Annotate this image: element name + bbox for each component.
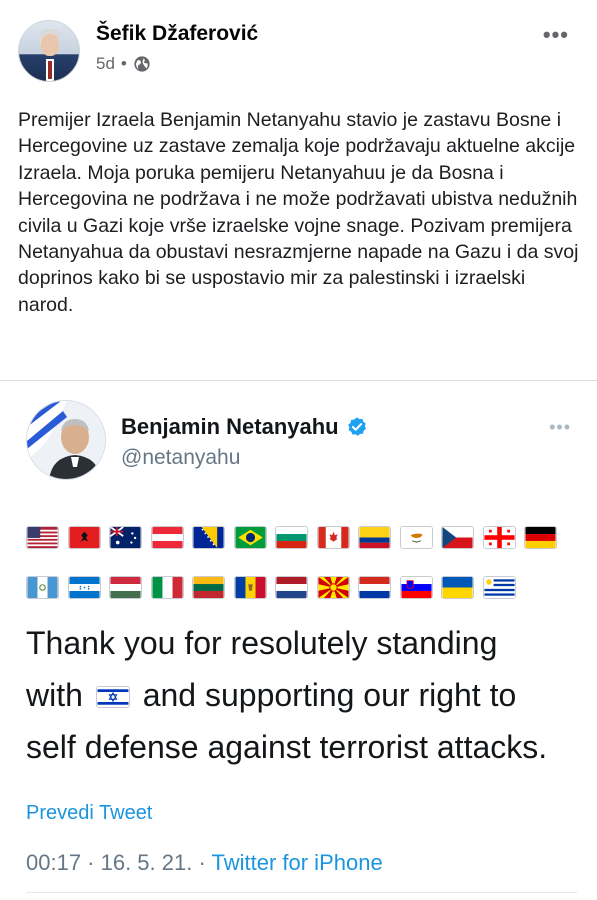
flag-ua-icon — [441, 576, 474, 599]
tweet-more-icon[interactable]: ••• — [549, 417, 571, 438]
flag-ge-icon — [482, 526, 516, 549]
flag-gt-icon — [26, 576, 59, 599]
flag-au-icon — [109, 526, 142, 549]
tweet-author-handle[interactable]: @netanyahu — [121, 446, 240, 470]
tweet-author-avatar[interactable] — [26, 400, 106, 480]
tweet-text-line-3: self defense against terrorist attacks. — [26, 729, 548, 765]
tweet-text-line-2a: with — [26, 677, 83, 713]
tweet-text-line-2b: and supporting our right to — [142, 677, 517, 713]
flag-it-icon — [150, 576, 184, 599]
flag-us-icon — [26, 526, 59, 549]
flag-py-icon — [358, 576, 391, 599]
tweet-source-link[interactable]: Twitter for iPhone — [212, 850, 383, 875]
tweet-author-name[interactable]: Benjamin Netanyahu — [121, 414, 368, 440]
tweet-text: Thank you for resolutely standing with a… — [26, 617, 586, 773]
flag-al-icon — [67, 526, 101, 549]
tweet-divider — [26, 892, 577, 893]
verified-badge-icon — [347, 417, 366, 436]
embedded-tweet[interactable]: Benjamin Netanyahu @netanyahu ••• Thank … — [0, 380, 597, 900]
flag-hu-icon — [109, 576, 142, 599]
tweet-author-name-label: Benjamin Netanyahu — [121, 414, 339, 439]
flag-md-icon — [233, 576, 267, 599]
flag-mk-icon — [316, 576, 350, 599]
post-meta: 5d • — [96, 54, 151, 74]
flag-nl-icon — [275, 576, 308, 599]
flag-ca-icon — [316, 526, 350, 549]
author-name[interactable]: Šefik Džaferović — [96, 22, 258, 46]
post-time[interactable]: 5d — [96, 54, 115, 74]
flag-cz-icon — [441, 526, 474, 549]
meta-separator: • — [120, 54, 127, 73]
flag-br-icon — [233, 526, 267, 549]
flag-ba-icon — [192, 526, 225, 549]
globe-icon[interactable] — [133, 55, 151, 73]
flag-bg-icon — [275, 526, 308, 549]
tweet-text-line-2: with and supporting our right to — [26, 669, 586, 721]
post-header: Šefik Džaferović 5d • ••• — [0, 0, 597, 100]
flag-de-icon — [524, 526, 557, 549]
tweet-text-line-1: Thank you for resolutely standing — [26, 625, 498, 661]
flags-row-2 — [26, 576, 516, 599]
flag-il-icon — [95, 686, 130, 708]
flag-cy-icon — [399, 526, 433, 549]
flags-row-1 — [26, 526, 557, 549]
flag-at-icon — [150, 526, 184, 549]
flag-uy-icon — [482, 576, 516, 599]
translate-tweet-link[interactable]: Prevedi Tweet — [26, 802, 152, 825]
author-avatar[interactable] — [18, 20, 80, 82]
flag-co-icon — [358, 526, 391, 549]
flag-lt-icon — [192, 576, 225, 599]
tweet-timestamp[interactable]: 00:17 · 16. 5. 21. · — [26, 850, 212, 875]
tweet-footer: 00:17 · 16. 5. 21. · Twitter for iPhone — [26, 850, 383, 876]
flag-hn-icon — [67, 576, 101, 599]
more-options-icon[interactable]: ••• — [543, 22, 569, 48]
flag-si-icon — [399, 576, 433, 599]
post-text: Premijer Izraela Benjamin Netanyahu stav… — [18, 109, 579, 316]
